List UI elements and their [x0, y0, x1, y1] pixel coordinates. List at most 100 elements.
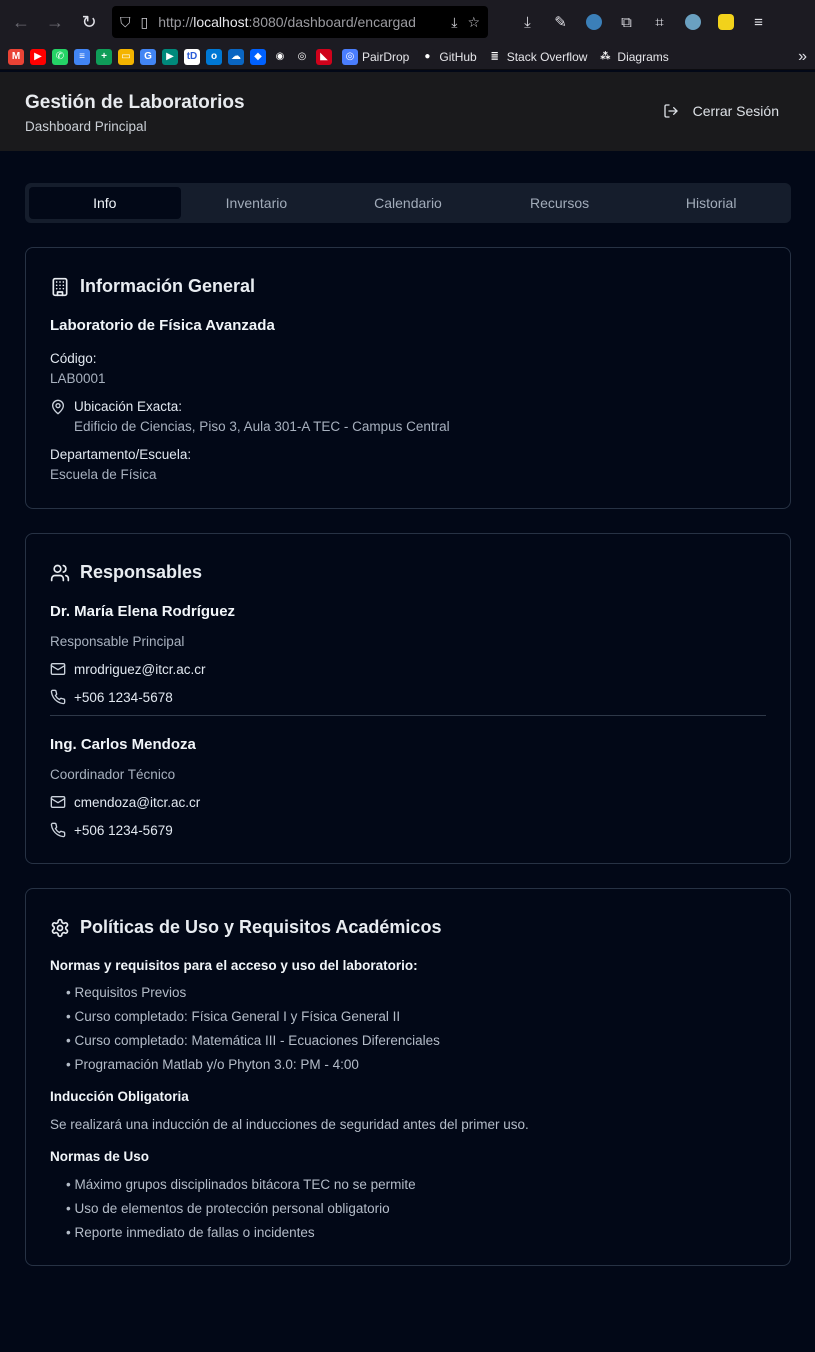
list-item: • Máximo grupos disciplinados bitácora T…	[66, 1177, 416, 1192]
url-text[interactable]: http://localhost:8080/dashboard/encargad	[158, 14, 441, 30]
bookmark-star-icon[interactable]: ☆	[467, 14, 480, 31]
bookmark-item[interactable]: M	[8, 47, 24, 67]
list-item: • Requisitos Previos	[66, 985, 187, 1000]
person-phone[interactable]: +506 1234-5679	[74, 823, 173, 838]
gmail-icon: M	[8, 48, 24, 65]
back-icon[interactable]: ←	[6, 7, 36, 37]
bookmark-item[interactable]: +	[96, 47, 112, 67]
bookmark-item[interactable]: ▶	[30, 47, 46, 67]
person-name: Ing. Carlos Mendoza	[50, 736, 196, 753]
person-email[interactable]: mrodriguez@itcr.ac.cr	[74, 662, 206, 677]
bookmark-item[interactable]: ≡	[74, 47, 90, 67]
slides-icon: ▭	[118, 48, 134, 65]
divider	[50, 715, 766, 716]
bookmark-label: Stack Overflow	[506, 49, 588, 64]
bookmark-item[interactable]: ≣ Stack Overflow	[486, 47, 588, 67]
bookmark-item[interactable]: ◣	[316, 47, 332, 67]
incognito-icon[interactable]	[677, 7, 708, 37]
map-pin-icon	[52, 399, 64, 415]
wrench-icon[interactable]: ✎	[545, 7, 576, 37]
bookmark-item[interactable]: tD	[184, 47, 200, 67]
bookmark-item[interactable]: ◉	[272, 47, 288, 67]
bookmark-item[interactable]: ◎ PairDrop	[342, 47, 409, 67]
tab-recursos[interactable]: Recursos	[484, 187, 636, 219]
person-role: Coordinador Técnico	[50, 767, 176, 782]
bookmarks-bar: M ▶ ✆ ≡ + ▭ G ▶ tD o ☁ ◆ ◉ ◎ ◣ ◎ PairDrop ● GitHub ≣ Stack O…	[0, 44, 815, 70]
whatsapp-icon: ✆	[52, 48, 68, 65]
politicas-card: Políticas de Uso y Requisitos Académicos…	[25, 888, 791, 1266]
person-email[interactable]: cmendoza@itcr.ac.cr	[74, 795, 200, 810]
bookmark-label: Diagrams	[617, 49, 669, 64]
code-value: LAB0001	[50, 371, 106, 386]
bookmark-label: PairDrop	[362, 49, 410, 64]
browser-toolbar: ← → ↻ ⛉ ▯ http://localhost:8080/dashboar…	[0, 0, 815, 44]
bookmark-item[interactable]: ✆	[52, 47, 68, 67]
docs-icon: ≡	[74, 48, 90, 65]
tab-info[interactable]: Info	[29, 187, 181, 219]
info-title-text: Información General	[80, 276, 256, 296]
person-phone[interactable]: +506 1234-5678	[74, 690, 173, 705]
logout-label: Cerrar Sesión	[692, 103, 779, 119]
list-item: • Curso completado: Matemática III - Ecu…	[66, 1033, 440, 1048]
menu-icon[interactable]: ≡	[743, 7, 774, 37]
extensions-icon[interactable]: ⧉	[611, 7, 642, 37]
requisitos-heading: Normas y requisitos para el acceso y uso…	[50, 958, 418, 973]
stackoverflow-icon: ≣	[486, 48, 503, 65]
induccion-heading: Inducción Obligatoria	[50, 1089, 189, 1104]
shield-icon[interactable]: ⛉	[120, 14, 131, 31]
logout-button[interactable]: Cerrar Sesión	[663, 103, 779, 119]
bookmark-item[interactable]: ◎	[294, 47, 310, 67]
responsables-card: Responsables Dr. María Elena Rodríguez R…	[25, 533, 791, 864]
users-icon	[50, 564, 70, 581]
chevron-more-icon[interactable]: »	[798, 48, 807, 66]
info-card-title: Información General	[50, 276, 255, 297]
lab-name: Laboratorio de Física Avanzada	[50, 317, 275, 334]
list-item: • Programación Matlab y/o Phyton 3.0: PM…	[66, 1057, 359, 1072]
code-label: Código:	[50, 351, 97, 366]
app-subtitle: Dashboard Principal	[25, 119, 147, 134]
responsables-title-text: Responsables	[80, 562, 203, 582]
page-icon: ▯	[140, 13, 149, 30]
forward-icon[interactable]: →	[40, 7, 70, 37]
red-logo-icon: ◣	[316, 48, 332, 65]
app-title: Gestión de Laboratorios	[25, 92, 245, 113]
install-app-icon[interactable]: ⤓	[451, 14, 457, 31]
circle-icon: ◎	[294, 48, 310, 65]
bookmark-item[interactable]: ◆	[250, 47, 266, 67]
diagrams-icon: ⁂	[597, 48, 614, 65]
location-value: Edificio de Ciencias, Piso 3, Aula 301-A…	[74, 419, 450, 434]
bookmark-item[interactable]: ▭	[118, 47, 134, 67]
politicas-title-text: Políticas de Uso y Requisitos Académicos	[80, 917, 442, 937]
tab-inventario[interactable]: Inventario	[181, 187, 333, 219]
dropbox-icon: ◆	[250, 48, 266, 65]
induccion-text: Se realizará una inducción de al inducci…	[50, 1117, 529, 1132]
dept-value: Escuela de Física	[50, 467, 157, 482]
sheets-icon: +	[96, 48, 112, 65]
downloads-icon[interactable]: ⤓	[512, 7, 543, 37]
lastpass-icon[interactable]	[710, 7, 741, 37]
todoist-icon: tD	[184, 48, 200, 65]
logout-icon	[663, 104, 678, 118]
tab-historial[interactable]: Historial	[635, 187, 787, 219]
phone-icon	[50, 689, 66, 705]
pairdrop-icon: ◎	[342, 48, 358, 65]
bookmark-item[interactable]: o	[206, 47, 222, 67]
crop-icon[interactable]: ⌗	[644, 7, 675, 37]
url-bar[interactable]: ⛉ ▯ http://localhost:8080/dashboard/enca…	[112, 6, 488, 38]
bookmark-item[interactable]: ● GitHub	[419, 47, 477, 67]
bookmark-item[interactable]: G	[140, 47, 156, 67]
tab-calendario[interactable]: Calendario	[332, 187, 484, 219]
tab-bar: Info Inventario Calendario Recursos Hist…	[25, 183, 791, 223]
extension-globe-icon[interactable]	[578, 7, 609, 37]
mail-icon	[50, 796, 66, 808]
bookmark-item[interactable]: ▶	[162, 47, 178, 67]
app-header: Gestión de Laboratorios Dashboard Princi…	[0, 72, 815, 151]
bookmark-item[interactable]: ⁂ Diagrams	[597, 47, 669, 67]
bookmark-item[interactable]: ☁	[228, 47, 244, 67]
meet-icon: ▶	[162, 48, 178, 65]
github-icon: ●	[419, 48, 436, 65]
mail-icon	[50, 663, 66, 675]
phone-icon	[50, 822, 66, 838]
reload-icon[interactable]: ↻	[74, 7, 104, 37]
location-label: Ubicación Exacta:	[74, 399, 183, 414]
